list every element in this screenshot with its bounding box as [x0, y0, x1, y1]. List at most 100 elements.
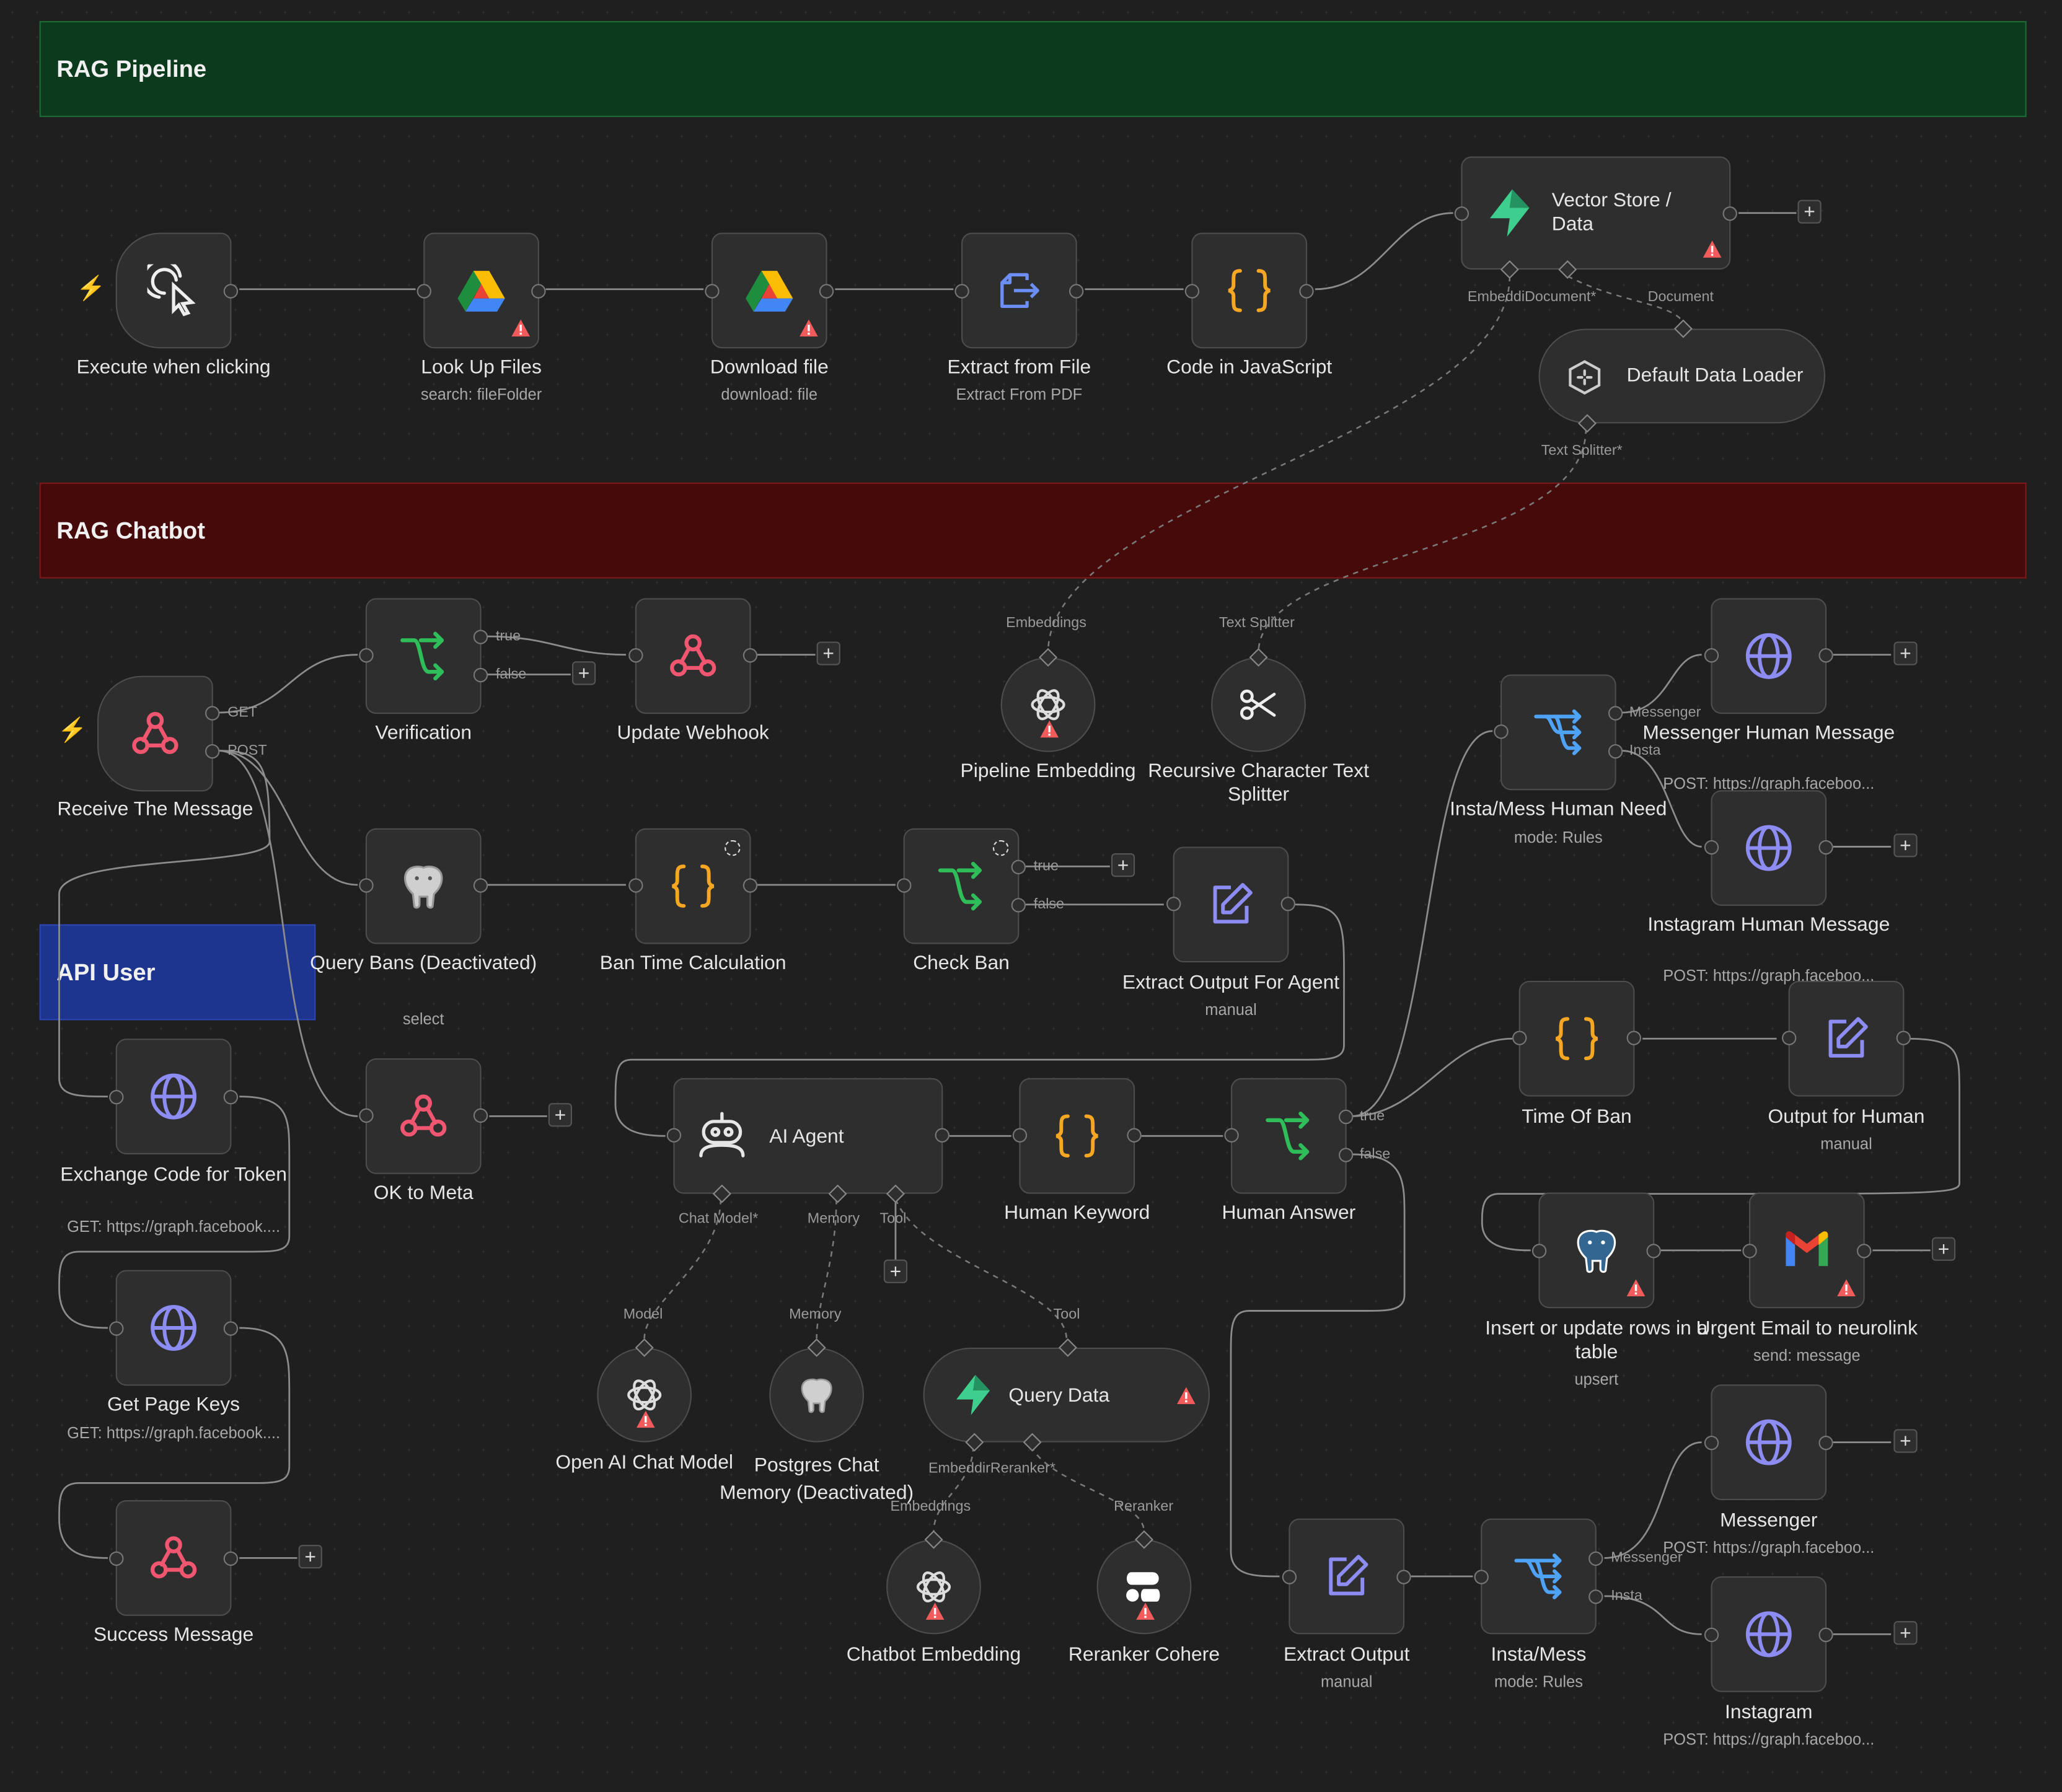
- output-port[interactable]: [1280, 897, 1295, 911]
- output-port[interactable]: [1856, 1244, 1872, 1258]
- input-port[interactable]: [1742, 1244, 1757, 1258]
- input-port[interactable]: [1704, 840, 1719, 855]
- add-node-button[interactable]: +: [298, 1545, 322, 1569]
- node-check-ban[interactable]: [897, 828, 1026, 944]
- input-port[interactable]: [897, 878, 912, 893]
- node-query-bans[interactable]: [359, 828, 488, 944]
- output-port[interactable]: [935, 1128, 949, 1143]
- node-execute-when-clicking[interactable]: [115, 232, 239, 349]
- node-urgent-email[interactable]: [1742, 1192, 1872, 1309]
- node-verification[interactable]: [359, 598, 488, 714]
- input-port[interactable]: [1704, 1627, 1719, 1643]
- input-port[interactable]: [1512, 1030, 1527, 1045]
- input-port[interactable]: [359, 878, 374, 893]
- node-look-up-files[interactable]: [416, 232, 546, 349]
- output-port[interactable]: [1626, 1030, 1642, 1045]
- output-port[interactable]: [1818, 1436, 1833, 1451]
- output-port[interactable]: [1069, 284, 1084, 299]
- node-get-page-keys[interactable]: [109, 1270, 239, 1386]
- node-download-file[interactable]: [705, 232, 834, 349]
- node-exchange-code-for-token[interactable]: [109, 1039, 239, 1154]
- input-port[interactable]: [954, 284, 969, 299]
- true-output-port[interactable]: [473, 630, 488, 644]
- output-port[interactable]: [1896, 1030, 1911, 1045]
- node-ban-time-calculation[interactable]: [628, 828, 758, 944]
- add-node-button[interactable]: +: [571, 661, 596, 685]
- node-instagram[interactable]: [1704, 1576, 1833, 1692]
- input-port[interactable]: [1012, 1128, 1028, 1143]
- node-pipeline-embedding[interactable]: [1000, 648, 1096, 752]
- output-port[interactable]: [1818, 840, 1833, 855]
- output-port[interactable]: [1818, 648, 1833, 663]
- input-port[interactable]: [1704, 1436, 1719, 1451]
- node-extract-output[interactable]: [1282, 1518, 1411, 1635]
- get-output-port[interactable]: [205, 706, 220, 721]
- node-messenger-human-message[interactable]: [1704, 598, 1833, 714]
- node-open-ai-chat-model[interactable]: [597, 1338, 692, 1443]
- output-port[interactable]: [223, 284, 239, 299]
- node-receive-the-message[interactable]: [97, 675, 220, 792]
- output-port[interactable]: [742, 648, 758, 663]
- node-postgres-chat-memory[interactable]: [769, 1338, 865, 1443]
- node-chatbot-embedding[interactable]: [886, 1530, 981, 1635]
- input-port[interactable]: [109, 1321, 124, 1336]
- output-port[interactable]: [223, 1551, 239, 1566]
- output-port[interactable]: [531, 284, 546, 299]
- node-insert-update-rows[interactable]: [1531, 1192, 1661, 1309]
- output-port[interactable]: [223, 1321, 239, 1336]
- input-port[interactable]: [416, 284, 431, 299]
- output-port[interactable]: [1396, 1570, 1411, 1584]
- output-port[interactable]: [223, 1089, 239, 1105]
- node-default-data-loader[interactable]: Default Data Loader: [1538, 319, 1826, 433]
- input-port[interactable]: [1224, 1128, 1239, 1143]
- input-port[interactable]: [1166, 897, 1181, 911]
- add-node-button[interactable]: +: [1893, 641, 1918, 665]
- output-port[interactable]: [819, 284, 834, 299]
- output-port[interactable]: [1299, 284, 1314, 299]
- node-reranker-cohere[interactable]: [1096, 1530, 1192, 1635]
- output-port[interactable]: [1818, 1627, 1833, 1643]
- output-port[interactable]: [473, 878, 488, 893]
- input-port[interactable]: [1531, 1244, 1547, 1258]
- node-messenger[interactable]: [1704, 1384, 1833, 1500]
- node-human-answer[interactable]: [1224, 1078, 1354, 1194]
- output-port[interactable]: [1646, 1244, 1661, 1258]
- output-port[interactable]: [1722, 206, 1737, 221]
- input-port[interactable]: [666, 1128, 682, 1143]
- node-extract-output-for-agent[interactable]: [1166, 846, 1295, 963]
- node-output-for-human[interactable]: [1782, 980, 1911, 1097]
- messenger-output-port[interactable]: [1608, 706, 1623, 721]
- input-port[interactable]: [1184, 284, 1200, 299]
- messenger-output-port[interactable]: [1588, 1551, 1603, 1566]
- input-port[interactable]: [628, 648, 643, 663]
- node-human-keyword[interactable]: [1012, 1078, 1142, 1194]
- post-output-port[interactable]: [205, 744, 220, 759]
- input-port[interactable]: [1704, 648, 1719, 663]
- add-tool-button[interactable]: +: [883, 1259, 908, 1283]
- add-node-button[interactable]: +: [1893, 1621, 1918, 1645]
- node-query-data[interactable]: Query Data: [923, 1338, 1210, 1452]
- false-output-port[interactable]: [1011, 898, 1026, 913]
- input-port[interactable]: [109, 1551, 124, 1566]
- node-instagram-human-message[interactable]: [1704, 790, 1833, 906]
- node-extract-from-file[interactable]: [954, 232, 1084, 349]
- add-node-button[interactable]: +: [1893, 1429, 1918, 1453]
- input-port[interactable]: [705, 284, 720, 299]
- add-node-button[interactable]: +: [1931, 1237, 1956, 1261]
- node-insta-mess[interactable]: [1474, 1518, 1603, 1635]
- add-node-button[interactable]: +: [1111, 853, 1135, 877]
- node-update-webhook[interactable]: [628, 598, 758, 714]
- input-port[interactable]: [1474, 1570, 1489, 1584]
- node-code-in-javascript[interactable]: [1184, 232, 1314, 349]
- insta-output-port[interactable]: [1608, 744, 1623, 759]
- node-ai-agent[interactable]: AI Agent: [666, 1078, 949, 1203]
- input-port[interactable]: [1494, 724, 1509, 739]
- input-port[interactable]: [109, 1089, 124, 1105]
- node-vector-store[interactable]: Vector Store / Data: [1454, 156, 1737, 279]
- output-port[interactable]: [742, 878, 758, 893]
- false-output-port[interactable]: [1338, 1148, 1354, 1162]
- insta-output-port[interactable]: [1588, 1589, 1603, 1604]
- true-output-port[interactable]: [1338, 1109, 1354, 1125]
- input-port[interactable]: [1454, 206, 1469, 221]
- input-port[interactable]: [1782, 1030, 1797, 1045]
